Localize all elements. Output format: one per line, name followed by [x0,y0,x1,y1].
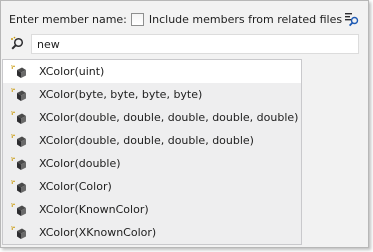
result-label: XColor(double) [39,157,121,170]
result-item[interactable]: XColor(double, double, double, double) [3,129,301,152]
method-icon [11,110,26,124]
result-item[interactable]: XColor(Color) [3,175,301,198]
result-item[interactable]: XColor(uint) [3,60,301,83]
method-icon [11,87,26,101]
result-label: XColor(double, double, double, double, d… [39,111,299,124]
result-item[interactable]: XColor(XKnownColor) [3,221,301,244]
result-item[interactable]: XColor(byte, byte, byte, byte) [3,83,301,106]
result-item[interactable]: XColor(KnownColor) [3,198,301,221]
method-icon [11,156,26,170]
result-item[interactable]: XColor(double, double, double, double, d… [3,106,301,129]
result-label: XColor(XKnownColor) [39,226,157,239]
method-icon [11,133,26,147]
filter-options-icon[interactable] [344,11,360,27]
result-label: XColor(Color) [39,180,112,193]
method-icon [11,179,26,193]
include-related-label[interactable]: Include members from related files [149,13,342,26]
result-label: XColor(KnownColor) [39,203,149,216]
result-label: XColor(uint) [39,65,105,78]
method-icon [11,225,26,239]
result-item[interactable]: XColor(double) [3,152,301,175]
results-list: XColor(uint) XColor(byte, byte, byte, by… [2,59,302,245]
member-name-prompt: Enter member name: [9,12,127,26]
result-label: XColor(double, double, double, double) [39,134,254,147]
include-related-checkbox[interactable] [130,12,144,26]
header-row: Enter member name: Include members from … [9,10,360,28]
result-label: XColor(byte, byte, byte, byte) [39,88,203,101]
member-search-popup: Enter member name: Include members from … [0,0,369,248]
member-search-input[interactable] [31,34,359,54]
search-icon [11,36,24,50]
method-icon [11,64,26,78]
search-row [6,33,362,55]
method-icon [11,202,26,216]
